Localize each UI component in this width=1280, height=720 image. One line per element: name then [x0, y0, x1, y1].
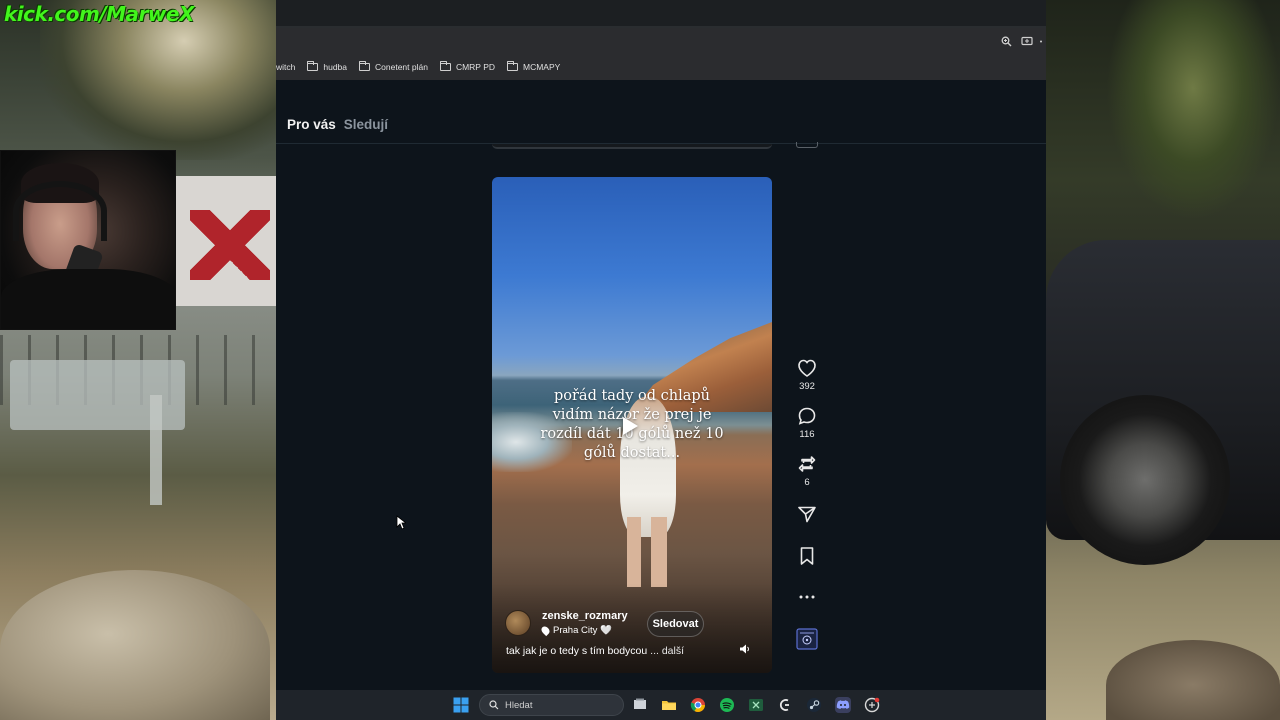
share-button[interactable] — [796, 504, 818, 524]
excel-icon[interactable] — [748, 697, 764, 713]
discord-icon[interactable] — [835, 697, 851, 713]
mouse-cursor — [396, 515, 408, 535]
bookmark-button[interactable] — [796, 546, 818, 566]
bookmark-folder-mcmapy[interactable]: MCMAPY — [507, 61, 560, 72]
volume-icon[interactable] — [739, 643, 751, 655]
repost-icon — [798, 456, 816, 472]
video-post[interactable]: pořád tady od chlapů vidím názor že prej… — [492, 177, 772, 673]
share-icon — [798, 506, 816, 523]
grok-icon — [796, 628, 818, 650]
menu-icon[interactable] — [1038, 36, 1044, 48]
more-icon — [799, 595, 815, 599]
tab-following[interactable]: Sledují — [344, 117, 388, 132]
comment-icon — [798, 407, 816, 425]
install-app-icon[interactable] — [1021, 36, 1033, 48]
follow-button[interactable]: Sledovat — [647, 611, 704, 637]
grok-button[interactable] — [796, 628, 818, 650]
bookmark-folder-cmrp-pd[interactable]: CMRP PD — [439, 61, 495, 72]
browser-titlebar — [276, 0, 1046, 26]
folder-icon — [439, 61, 451, 71]
avatar[interactable] — [505, 610, 531, 636]
more-options-button[interactable] — [796, 592, 818, 602]
file-explorer-icon[interactable] — [661, 697, 677, 713]
tab-for-you[interactable]: Pro vás — [287, 117, 336, 132]
folder-icon — [507, 61, 518, 71]
screen: kick.com/MarweX witch hudba Conetent plá… — [0, 0, 1280, 720]
previous-post-edge — [492, 144, 772, 149]
zoom-icon[interactable] — [1000, 36, 1012, 48]
feed-tabs: Pro vás Sledují — [287, 117, 388, 132]
webcam-feed — [0, 150, 176, 330]
browser-window: witch hudba Conetent plán CMRP PD MCMAPY… — [276, 0, 1046, 690]
steam-icon[interactable] — [806, 697, 822, 713]
repost-button[interactable]: 6 — [796, 454, 818, 488]
search-icon — [489, 700, 499, 710]
author-name[interactable]: zenske_rozmary — [542, 610, 628, 622]
bookmark-folder-content-plan[interactable]: Conetent plán — [359, 61, 428, 72]
taskbar: Hledat — [276, 690, 1046, 720]
repost-count: 6 — [804, 477, 810, 488]
previous-bookmark-edge — [796, 142, 818, 148]
taskbar-search[interactable]: Hledat — [479, 694, 624, 716]
reply-count: 116 — [799, 429, 815, 440]
spotify-icon[interactable] — [719, 697, 735, 713]
bookmark-folder-hudba[interactable]: hudba — [307, 61, 347, 72]
folder-icon — [307, 61, 319, 71]
stream-link-overlay: kick.com/MarweX — [4, 2, 194, 26]
like-button[interactable]: 392 — [796, 358, 818, 392]
windows-start-icon[interactable] — [453, 697, 469, 713]
author-location: Praha City 🤍 — [539, 624, 612, 637]
game-launcher-icon[interactable] — [864, 697, 880, 713]
heart-icon — [798, 359, 816, 377]
bookmarks-bar: witch hudba Conetent plán CMRP PD MCMAPY — [276, 54, 1046, 80]
bookmark-twitch[interactable]: witch — [276, 62, 295, 72]
game-background-right — [1046, 0, 1280, 720]
chrome-icon[interactable] — [690, 697, 706, 713]
gog-galaxy-icon[interactable] — [777, 697, 793, 713]
action-rail: 392 116 6 — [792, 358, 822, 650]
bookmark-icon — [800, 547, 814, 565]
show-more-link[interactable]: ... další — [650, 645, 684, 657]
play-icon[interactable] — [623, 417, 638, 435]
task-view-icon[interactable] — [632, 697, 648, 713]
post-description: tak jak je o tedy s tím bodycou ... dalš… — [506, 645, 685, 657]
reply-button[interactable]: 116 — [796, 406, 818, 440]
game-background-left — [0, 0, 280, 720]
x-feed-page: Pro vás Sledují pořád tady od chlapů vid… — [276, 80, 1046, 690]
folder-icon — [359, 61, 371, 71]
location-pin-icon — [539, 624, 552, 637]
address-bar[interactable] — [276, 28, 1046, 54]
like-count: 392 — [799, 381, 815, 392]
